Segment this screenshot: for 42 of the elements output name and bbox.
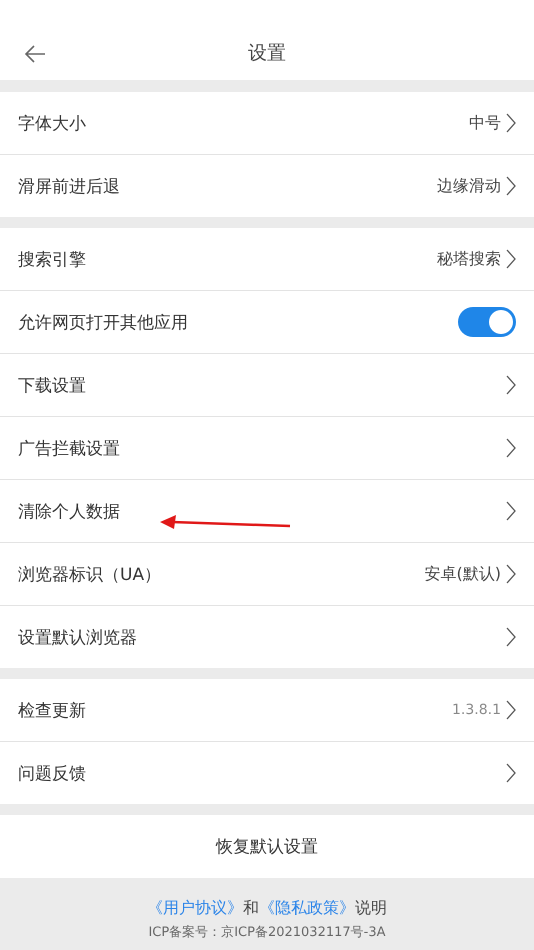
settings-row[interactable]: 浏览器标识（UA） 安卓(默认) bbox=[0, 543, 534, 606]
chevron-right-icon bbox=[506, 113, 516, 133]
footer-text: 说明 bbox=[355, 898, 387, 919]
setting-label: 广告拦截设置 bbox=[18, 438, 120, 460]
settings-row[interactable]: 允许网页打开其他应用 bbox=[0, 291, 534, 354]
setting-value: 1.3.8.1 bbox=[452, 702, 501, 718]
setting-value: 秘塔搜索 bbox=[437, 248, 501, 270]
setting-label: 问题反馈 bbox=[18, 762, 86, 784]
chevron-right-icon bbox=[506, 501, 516, 521]
setting-label: 搜索引擎 bbox=[18, 248, 86, 270]
setting-label: 检查更新 bbox=[18, 700, 86, 722]
settings-row[interactable]: 下载设置 bbox=[0, 354, 534, 417]
footer-text: 和 bbox=[243, 898, 259, 919]
setting-value: 安卓(默认) bbox=[424, 564, 501, 584]
setting-value: 边缘滑动 bbox=[437, 176, 501, 196]
page-title: 设置 bbox=[248, 41, 286, 66]
settings-row[interactable]: 搜索引擎 秘塔搜索 bbox=[0, 228, 534, 291]
icp-number: ICP备案号：京ICP备2021032117号-3A bbox=[148, 924, 386, 941]
chevron-right-icon bbox=[506, 375, 516, 395]
chevron-right-icon bbox=[506, 627, 516, 647]
chevron-right-icon bbox=[506, 176, 516, 196]
settings-row[interactable]: 设置默认浏览器 bbox=[0, 606, 534, 668]
settings-row[interactable]: 广告拦截设置 bbox=[0, 417, 534, 480]
setting-label: 允许网页打开其他应用 bbox=[18, 312, 188, 334]
chevron-right-icon bbox=[506, 564, 516, 584]
toggle-switch[interactable] bbox=[458, 307, 516, 337]
setting-label: 设置默认浏览器 bbox=[18, 626, 137, 648]
chevron-right-icon bbox=[506, 700, 516, 720]
chevron-right-icon bbox=[506, 763, 516, 783]
setting-label: 清除个人数据 bbox=[18, 500, 120, 522]
setting-label: 字体大小 bbox=[18, 112, 86, 134]
settings-row[interactable]: 滑屏前进后退 边缘滑动 bbox=[0, 155, 534, 217]
setting-label: 浏览器标识（UA） bbox=[18, 564, 162, 586]
settings-row[interactable]: 字体大小 中号 bbox=[0, 92, 534, 155]
setting-value: 中号 bbox=[469, 112, 501, 134]
chevron-right-icon bbox=[506, 249, 516, 269]
setting-label: 下载设置 bbox=[18, 374, 86, 396]
chevron-right-icon bbox=[506, 438, 516, 458]
settings-row[interactable]: 检查更新 1.3.8.1 bbox=[0, 679, 534, 742]
restore-defaults-button[interactable]: 恢复默认设置 bbox=[0, 815, 534, 878]
settings-row[interactable]: 问题反馈 bbox=[0, 742, 534, 804]
setting-label: 滑屏前进后退 bbox=[18, 176, 120, 198]
